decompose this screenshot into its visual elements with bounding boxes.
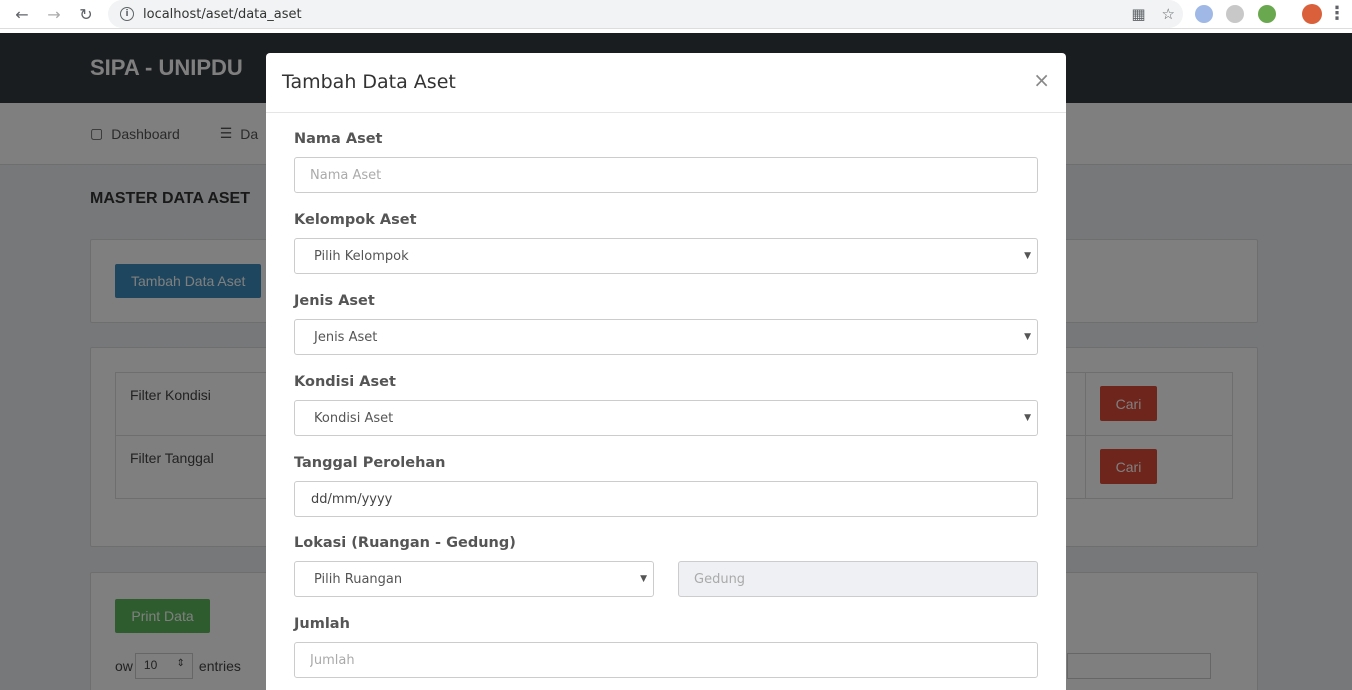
info-icon[interactable]: i bbox=[120, 7, 134, 21]
lokasi-label: Lokasi (Ruangan - Gedung) bbox=[294, 535, 516, 551]
ruangan-value: Pilih Ruangan bbox=[314, 571, 403, 587]
kelompok-group: Kelompok Aset Pilih Kelompok ▼ bbox=[294, 212, 1038, 274]
kelompok-label: Kelompok Aset bbox=[294, 212, 417, 228]
chevron-down-icon: ▼ bbox=[1024, 413, 1031, 423]
ruangan-select[interactable]: Pilih Ruangan ▼ bbox=[294, 561, 654, 597]
extension-icon[interactable] bbox=[1258, 5, 1276, 23]
close-icon[interactable]: × bbox=[1033, 70, 1050, 90]
modal-title: Tambah Data Aset bbox=[282, 70, 456, 93]
chevron-down-icon: ▼ bbox=[640, 574, 647, 584]
avatar[interactable] bbox=[1302, 4, 1322, 24]
address-bar[interactable]: i localhost/aset/data_aset ▦ ☆ bbox=[108, 0, 1183, 28]
jenis-select[interactable]: Jenis Aset ▼ bbox=[294, 319, 1038, 355]
lokasi-row: Pilih Ruangan ▼ bbox=[294, 561, 1038, 597]
kondisi-value: Kondisi Aset bbox=[314, 410, 394, 426]
kondisi-select[interactable]: Kondisi Aset ▼ bbox=[294, 400, 1038, 436]
add-asset-modal: Tambah Data Aset × Nama Aset Kelompok As… bbox=[266, 53, 1066, 690]
nama-input[interactable] bbox=[294, 157, 1038, 193]
translate-icon[interactable]: ▦ bbox=[1131, 5, 1145, 23]
kondisi-label: Kondisi Aset bbox=[294, 374, 396, 390]
lokasi-group: Lokasi (Ruangan - Gedung) Pilih Ruangan … bbox=[294, 535, 1038, 597]
nama-group: Nama Aset bbox=[294, 131, 1038, 193]
jumlah-label: Jumlah bbox=[294, 616, 350, 632]
page: SIPA - UNIPDU ▢ Dashboard ☰ Da MASTER DA… bbox=[0, 33, 1352, 690]
browser-toolbar: ← → ↻ i localhost/aset/data_aset ▦ ☆ ⋮ bbox=[0, 0, 1352, 29]
nama-label: Nama Aset bbox=[294, 131, 383, 147]
jenis-group: Jenis Aset Jenis Aset ▼ bbox=[294, 293, 1038, 355]
more-icon[interactable]: ⋮ bbox=[1328, 3, 1346, 24]
jenis-value: Jenis Aset bbox=[314, 329, 378, 345]
tanggal-value: dd/mm/yyyy bbox=[311, 491, 393, 507]
modal-header: Tambah Data Aset × bbox=[266, 53, 1066, 113]
back-icon[interactable]: ← bbox=[6, 0, 38, 29]
tanggal-group: Tanggal Perolehan dd/mm/yyyy bbox=[294, 455, 1038, 517]
extension-icon[interactable] bbox=[1195, 5, 1213, 23]
jenis-label: Jenis Aset bbox=[294, 293, 375, 309]
kelompok-select[interactable]: Pilih Kelompok ▼ bbox=[294, 238, 1038, 274]
forward-icon[interactable]: → bbox=[38, 0, 70, 29]
chevron-down-icon: ▼ bbox=[1024, 332, 1031, 342]
tanggal-input[interactable]: dd/mm/yyyy bbox=[294, 481, 1038, 517]
jumlah-input[interactable] bbox=[294, 642, 1038, 678]
jumlah-group: Jumlah bbox=[294, 616, 1038, 678]
url-text[interactable]: localhost/aset/data_aset bbox=[143, 7, 302, 22]
star-icon[interactable]: ☆ bbox=[1162, 5, 1175, 23]
chevron-down-icon: ▼ bbox=[1024, 251, 1031, 261]
tanggal-label: Tanggal Perolehan bbox=[294, 455, 446, 471]
kelompok-value: Pilih Kelompok bbox=[314, 248, 409, 264]
gedung-input[interactable] bbox=[678, 561, 1038, 597]
globe-icon[interactable] bbox=[1226, 5, 1244, 23]
reload-icon[interactable]: ↻ bbox=[70, 0, 102, 29]
kondisi-group: Kondisi Aset Kondisi Aset ▼ bbox=[294, 374, 1038, 436]
